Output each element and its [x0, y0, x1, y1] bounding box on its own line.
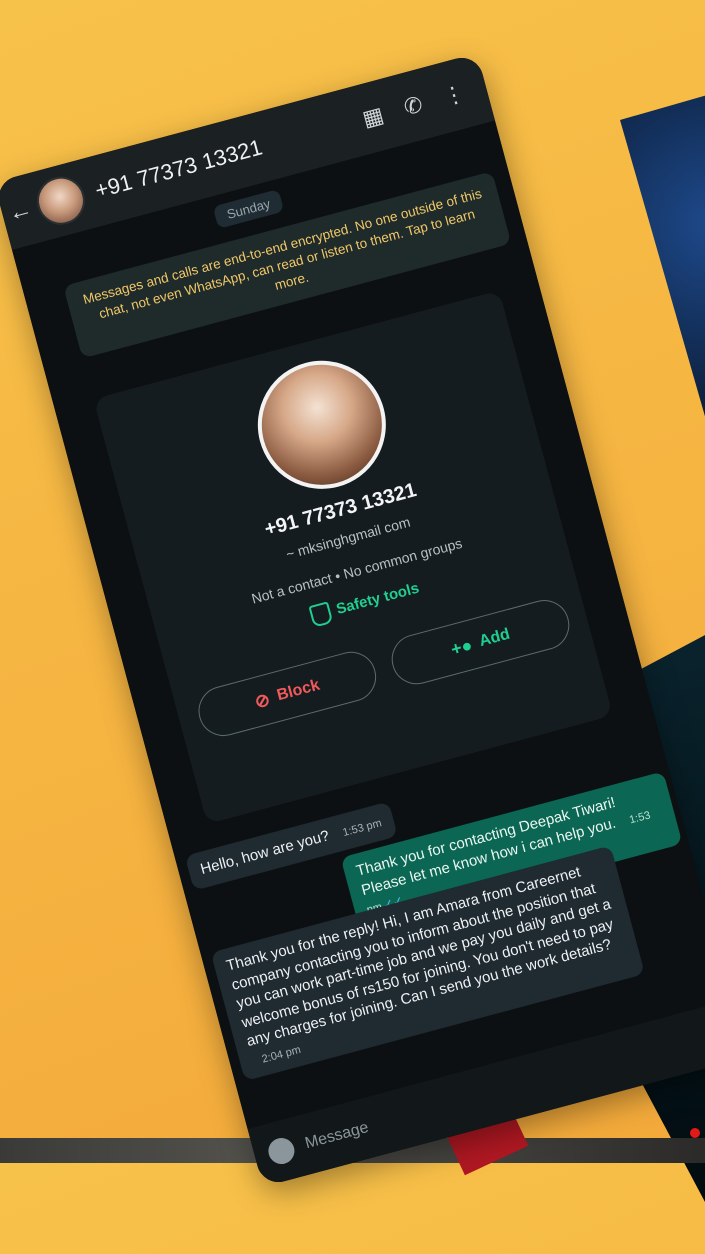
voice-call-icon[interactable]: ✆: [401, 91, 426, 121]
menu-icon[interactable]: ⋮: [440, 80, 468, 111]
block-icon: ⊘: [252, 688, 273, 712]
day-separator: Sunday: [212, 189, 285, 229]
shield-icon: [308, 601, 334, 628]
background-photo-top: [620, 75, 705, 524]
message-input[interactable]: Message: [303, 1119, 370, 1153]
message-time: 1:53 pm: [341, 817, 383, 840]
contact-profile-card: +91 77373 13321 ~ mksinghgmail com Not a…: [93, 290, 613, 825]
block-button[interactable]: ⊘ Block: [192, 646, 382, 742]
add-person-icon: +●: [448, 634, 475, 660]
profile-avatar[interactable]: [243, 346, 401, 504]
add-label: Add: [477, 625, 512, 651]
block-label: Block: [275, 676, 322, 705]
phone-screen: ← +91 77373 13321 ▦ ✆ ⋮ Sunday Messages …: [0, 53, 705, 1187]
emoji-icon[interactable]: [265, 1135, 298, 1167]
safety-tools-label: Safety tools: [334, 579, 422, 618]
add-contact-button[interactable]: +● Add: [386, 594, 575, 690]
red-dot: [690, 1128, 700, 1138]
back-icon[interactable]: ←: [5, 195, 35, 228]
chat-area: Sunday Messages and calls are end-to-end…: [12, 120, 705, 1177]
message-text: Hello, how are you?: [198, 827, 332, 878]
message-time: 2:04 pm: [260, 1043, 302, 1066]
contact-avatar[interactable]: [31, 171, 91, 231]
